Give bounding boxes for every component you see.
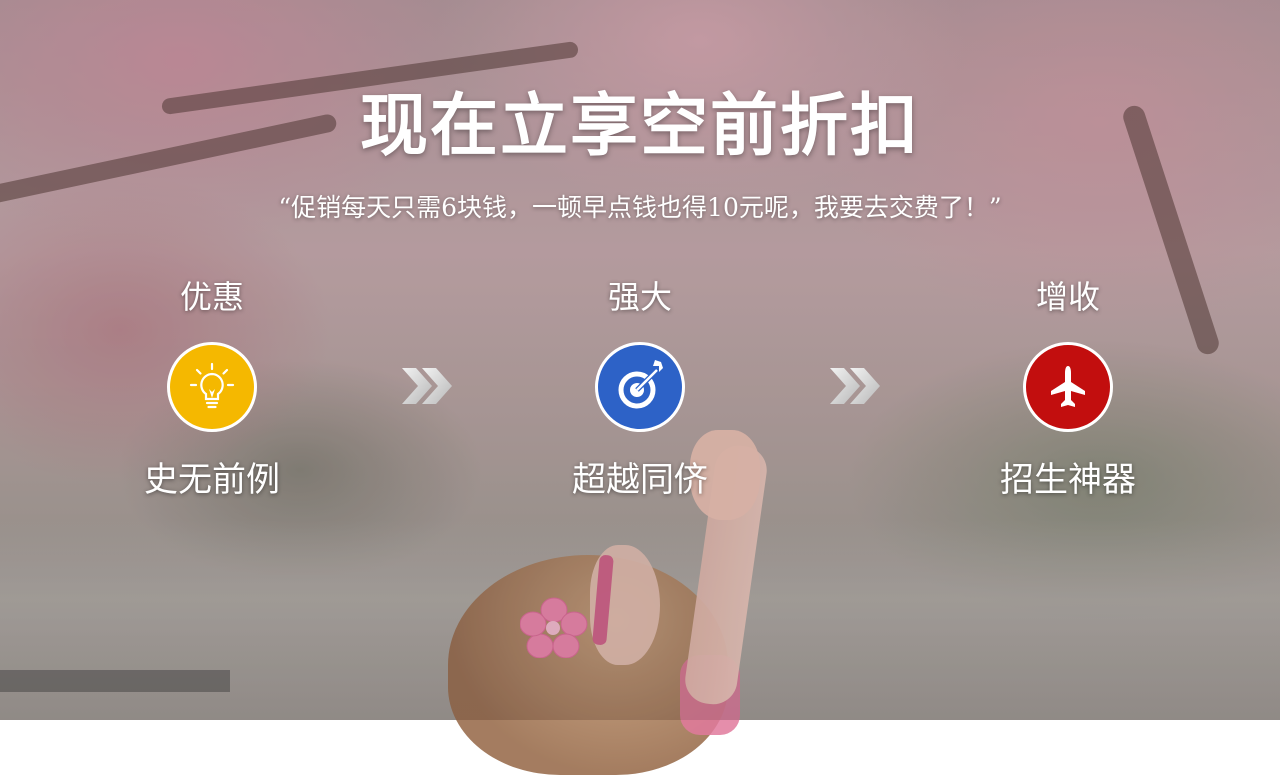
- step-bottom-label: 史无前例: [144, 460, 280, 500]
- step-bottom-label: 超越同侪: [572, 460, 708, 500]
- chevron-double-right-icon: [830, 368, 880, 404]
- airplane-icon: [1051, 366, 1085, 407]
- step-discount: 优惠 史无前例: [92, 277, 332, 501]
- step-icon-circle: [167, 342, 257, 432]
- step-bottom-label: 招生神器: [1000, 460, 1136, 500]
- step-top-label: 增收: [1035, 278, 1100, 316]
- page-title: 现在立享空前折扣: [359, 87, 920, 166]
- lightbulb-icon: [189, 362, 235, 409]
- step-icon-circle: [1023, 342, 1113, 432]
- step-income: 增收 招生神器: [948, 277, 1188, 501]
- chevron-double-right-icon: [402, 368, 452, 404]
- promo-quote: “促销每天只需6块钱，一顿早点钱也得10元呢，我要去交费了！”: [278, 193, 1002, 222]
- step-top-label: 强大: [607, 278, 672, 316]
- target-icon: [618, 360, 663, 409]
- step-icon-circle: [595, 342, 685, 432]
- step-powerful: 强大 超越同侪: [520, 277, 760, 501]
- step-top-label: 优惠: [179, 278, 244, 316]
